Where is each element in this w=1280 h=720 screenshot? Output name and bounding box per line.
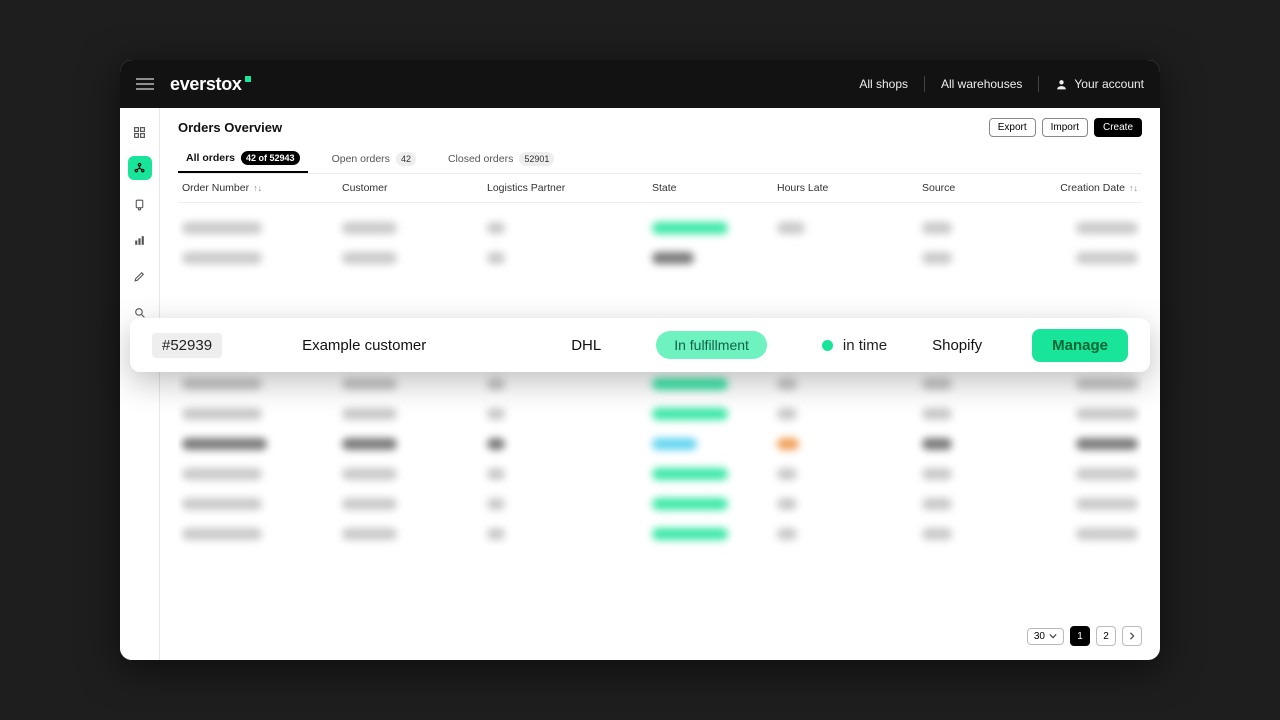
tab-open-orders[interactable]: Open orders 42 xyxy=(324,145,424,173)
warehouses-link[interactable]: All warehouses xyxy=(941,77,1022,91)
top-bar-right: All shops All warehouses Your account xyxy=(859,76,1144,92)
timing-label: in time xyxy=(843,337,887,354)
table-body xyxy=(178,203,1142,642)
table-row xyxy=(178,459,1142,489)
tab-badge: 42 of 52943 xyxy=(241,151,300,165)
account-label: Your account xyxy=(1074,77,1144,91)
table-row xyxy=(178,489,1142,519)
create-button[interactable]: Create xyxy=(1094,118,1142,137)
sidebar-fulfillment-icon[interactable] xyxy=(128,192,152,216)
left-sidebar xyxy=(120,108,160,660)
next-page-button[interactable] xyxy=(1122,626,1142,646)
sort-icon: ↑↓ xyxy=(253,183,262,193)
import-button[interactable]: Import xyxy=(1042,118,1088,137)
menu-icon[interactable] xyxy=(136,78,154,90)
status-dot-icon xyxy=(822,340,833,351)
col-customer[interactable]: Customer xyxy=(342,182,487,194)
content-area: Orders Overview Export Import Create All… xyxy=(160,108,1160,660)
sidebar-orders-icon[interactable] xyxy=(128,156,152,180)
sidebar-dashboard-icon[interactable] xyxy=(128,120,152,144)
brand-logo: everstox xyxy=(170,74,251,95)
brand-dot-icon xyxy=(245,76,251,82)
page-size-select[interactable]: 30 xyxy=(1027,628,1064,645)
col-state[interactable]: State xyxy=(652,182,777,194)
tabs: All orders 42 of 52943 Open orders 42 Cl… xyxy=(178,145,1142,174)
tab-badge: 52901 xyxy=(519,152,554,166)
order-number-chip: #52939 xyxy=(152,333,222,358)
table-row xyxy=(178,399,1142,429)
page-2-button[interactable]: 2 xyxy=(1096,626,1116,646)
tab-label: Closed orders xyxy=(448,153,513,165)
logistics-partner: DHL xyxy=(571,337,601,354)
top-bar: everstox All shops All warehouses Your a… xyxy=(120,60,1160,108)
page-1-button[interactable]: 1 xyxy=(1070,626,1090,646)
col-label: Order Number xyxy=(182,182,249,194)
col-label: Creation Date xyxy=(1060,182,1125,194)
brand-name: everstox xyxy=(170,74,242,95)
table-row xyxy=(178,429,1142,459)
state-badge: In fulfillment xyxy=(656,331,767,359)
divider xyxy=(1038,76,1039,92)
timing-status: in time xyxy=(822,337,887,354)
tab-all-orders[interactable]: All orders 42 of 52943 xyxy=(178,145,308,173)
chevron-down-icon xyxy=(1049,632,1057,640)
export-button[interactable]: Export xyxy=(989,118,1036,137)
sidebar-edit-icon[interactable] xyxy=(128,264,152,288)
table-row xyxy=(178,519,1142,549)
tab-label: All orders xyxy=(186,152,235,164)
account-link[interactable]: Your account xyxy=(1055,77,1144,91)
manage-button[interactable]: Manage xyxy=(1032,329,1128,362)
divider xyxy=(924,76,925,92)
col-logistics[interactable]: Logistics Partner xyxy=(487,182,652,194)
col-hours-late[interactable]: Hours Late xyxy=(777,182,922,194)
page-size-value: 30 xyxy=(1034,631,1045,642)
highlighted-order-row[interactable]: #52939 Example customer DHL In fulfillme… xyxy=(130,318,1150,372)
table-row xyxy=(178,243,1142,273)
table-row xyxy=(178,213,1142,243)
col-creation-date[interactable]: Creation Date ↑↓ xyxy=(1032,182,1138,194)
table-row xyxy=(178,369,1142,399)
tab-badge: 42 xyxy=(396,152,416,166)
table-header: Order Number ↑↓ Customer Logistics Partne… xyxy=(178,174,1142,203)
tab-closed-orders[interactable]: Closed orders 52901 xyxy=(440,145,562,173)
chevron-right-icon xyxy=(1128,632,1136,640)
col-order-number[interactable]: Order Number ↑↓ xyxy=(182,182,342,194)
shops-link[interactable]: All shops xyxy=(859,77,908,91)
tab-label: Open orders xyxy=(332,153,390,165)
sidebar-analytics-icon[interactable] xyxy=(128,228,152,252)
pagination: 30 1 2 xyxy=(1027,626,1142,646)
source-label: Shopify xyxy=(932,337,982,354)
customer-name: Example customer xyxy=(302,337,426,354)
col-source[interactable]: Source xyxy=(922,182,1032,194)
user-icon xyxy=(1055,78,1068,91)
sort-icon: ↑↓ xyxy=(1129,183,1138,193)
page-title: Orders Overview xyxy=(178,120,282,135)
